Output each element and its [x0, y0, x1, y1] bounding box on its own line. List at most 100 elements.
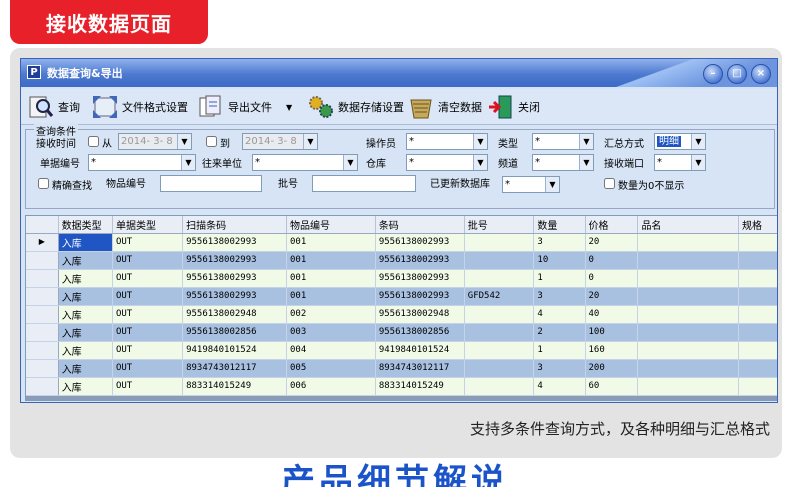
table-cell[interactable] [637, 377, 739, 396]
item-no-input[interactable] [160, 175, 262, 192]
table-cell[interactable]: 0 [585, 251, 639, 270]
table-cell[interactable]: 入库 [58, 341, 113, 360]
table-cell[interactable]: 9556138002993 [182, 287, 287, 306]
table-cell[interactable]: OUT [112, 269, 184, 288]
data-grid[interactable]: 数据类型 单据类型 扫描条码 物品编号 条码 批号 数量 价格 品名 规格 ▶ 入… [25, 215, 777, 401]
port-select[interactable]: * ▼ [654, 154, 706, 171]
table-cell[interactable]: 9556138002993 [375, 233, 465, 252]
doc-no-dropdown-icon[interactable]: ▼ [181, 155, 195, 170]
table-cell[interactable]: 001 [286, 251, 376, 270]
table-cell[interactable] [464, 233, 535, 252]
table-cell[interactable]: 006 [286, 377, 376, 396]
column-header[interactable]: 数据类型 [58, 216, 113, 234]
table-cell[interactable]: 入库 [58, 251, 113, 270]
table-cell[interactable]: 入库 [58, 233, 113, 252]
updated-db-dropdown-icon[interactable]: ▼ [545, 177, 559, 192]
warehouse-select[interactable]: * ▼ [406, 154, 488, 171]
table-cell[interactable]: 入库 [58, 359, 113, 378]
operator-dropdown-icon[interactable]: ▼ [473, 134, 487, 149]
row-indicator[interactable] [26, 359, 59, 378]
table-cell[interactable]: OUT [112, 377, 184, 396]
table-row[interactable]: 入库 OUT 9556138002856 003 9556138002856 2 100 [26, 323, 777, 342]
table-cell[interactable]: 10 [533, 251, 586, 270]
port-dropdown-icon[interactable]: ▼ [691, 155, 705, 170]
row-indicator[interactable] [26, 305, 59, 324]
to-date-picker[interactable]: 2014- 3- 8 ▼ [242, 133, 318, 150]
table-cell[interactable] [738, 233, 777, 252]
warehouse-dropdown-icon[interactable]: ▼ [473, 155, 487, 170]
row-indicator[interactable] [26, 377, 59, 396]
column-header[interactable]: 扫描条码 [182, 216, 287, 234]
table-cell[interactable]: 3 [533, 287, 586, 306]
table-cell[interactable] [637, 269, 739, 288]
table-row[interactable]: 入库 OUT 9419840101524 004 9419840101524 1 160 [26, 341, 777, 360]
exact-search-checkbox[interactable] [38, 178, 49, 189]
table-cell[interactable]: 9556138002993 [375, 269, 465, 288]
table-cell[interactable]: OUT [112, 287, 184, 306]
summary-dropdown-icon[interactable]: ▼ [691, 134, 705, 149]
table-cell[interactable]: 8934743012117 [375, 359, 465, 378]
row-indicator[interactable]: ▶ [26, 233, 59, 252]
channel-dropdown-icon[interactable]: ▼ [579, 155, 593, 170]
table-cell[interactable]: 20 [585, 287, 639, 306]
table-cell[interactable]: 9556138002948 [182, 305, 287, 324]
row-indicator[interactable] [26, 251, 59, 270]
partner-dropdown-icon[interactable]: ▼ [343, 155, 357, 170]
operator-select[interactable]: * ▼ [406, 133, 488, 150]
table-cell[interactable]: 9556138002993 [375, 287, 465, 306]
table-cell[interactable] [637, 323, 739, 342]
grid-scrollbar[interactable] [26, 396, 777, 400]
from-checkbox[interactable] [88, 136, 99, 147]
table-cell[interactable]: 入库 [58, 269, 113, 288]
table-cell[interactable]: GFD542 [464, 287, 535, 306]
column-header[interactable]: 价格 [585, 216, 639, 234]
minimize-button[interactable]: – [703, 64, 723, 84]
to-checkbox[interactable] [206, 136, 217, 147]
table-cell[interactable] [464, 269, 535, 288]
table-cell[interactable]: 883314015249 [182, 377, 287, 396]
table-cell[interactable] [637, 233, 739, 252]
table-row[interactable]: 入库 OUT 9556138002993 001 9556138002993 1 0 [26, 269, 777, 288]
row-indicator[interactable] [26, 269, 59, 288]
table-cell[interactable] [637, 305, 739, 324]
column-header[interactable]: 规格 [738, 216, 777, 234]
table-cell[interactable]: OUT [112, 341, 184, 360]
table-cell[interactable]: 160 [585, 341, 639, 360]
table-cell[interactable]: 2 [533, 323, 586, 342]
table-cell[interactable] [738, 377, 777, 396]
table-cell[interactable]: 9556138002993 [182, 251, 287, 270]
table-cell[interactable] [637, 341, 739, 360]
table-cell[interactable]: OUT [112, 359, 184, 378]
table-cell[interactable] [464, 377, 535, 396]
export-button[interactable]: 导出文件 ▼ [197, 93, 292, 121]
doc-no-select[interactable]: * ▼ [88, 154, 196, 171]
table-cell[interactable] [464, 251, 535, 270]
table-cell[interactable]: 9556138002856 [375, 323, 465, 342]
table-cell[interactable]: 001 [286, 287, 376, 306]
table-cell[interactable]: 9556138002856 [182, 323, 287, 342]
table-cell[interactable]: 9419840101524 [375, 341, 465, 360]
file-format-button[interactable]: 文件格式设置 [91, 93, 188, 121]
row-indicator[interactable] [26, 287, 59, 306]
table-cell[interactable]: OUT [112, 323, 184, 342]
summary-select[interactable]: 明细 ▼ [654, 133, 706, 150]
table-cell[interactable]: 入库 [58, 377, 113, 396]
table-cell[interactable]: 9556138002948 [375, 305, 465, 324]
table-cell[interactable]: 9419840101524 [182, 341, 287, 360]
table-cell[interactable]: 入库 [58, 323, 113, 342]
channel-select[interactable]: * ▼ [532, 154, 594, 171]
column-header[interactable]: 品名 [637, 216, 739, 234]
clear-data-button[interactable]: 清空数据 [407, 93, 482, 121]
table-cell[interactable]: OUT [112, 233, 184, 252]
from-date-picker[interactable]: 2014- 3- 8 ▼ [118, 133, 192, 150]
table-cell[interactable] [637, 287, 739, 306]
table-cell[interactable]: 8934743012117 [182, 359, 287, 378]
table-cell[interactable] [738, 251, 777, 270]
table-cell[interactable]: 9556138002993 [182, 269, 287, 288]
query-button[interactable]: 查询 [27, 93, 80, 121]
row-indicator[interactable] [26, 323, 59, 342]
type-dropdown-icon[interactable]: ▼ [579, 134, 593, 149]
table-cell[interactable]: OUT [112, 305, 184, 324]
table-row[interactable]: 入库 OUT 8934743012117 005 8934743012117 3 200 [26, 359, 777, 378]
export-dropdown-icon[interactable]: ▼ [286, 103, 292, 112]
